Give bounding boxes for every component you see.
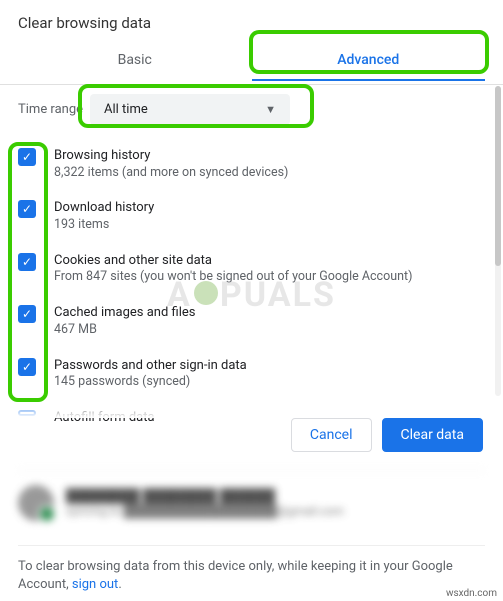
item-subtitle: 145 passwords (synced) <box>54 374 247 391</box>
footer-text-b: . <box>118 577 121 592</box>
checkbox-cookies[interactable]: ✓ <box>18 253 36 271</box>
list-item: ✓ Browsing history 8,322 items (and more… <box>18 147 485 181</box>
account-email: syncing to ██████████████████@gmail.com <box>66 504 344 518</box>
list-item-text: Browsing history 8,322 items (and more o… <box>54 147 288 181</box>
list-item-text: Cached images and files 467 MB <box>54 304 195 338</box>
dialog-tabs: Basic Advanced <box>18 42 485 80</box>
list-item: ✓ Cookies and other site data From 847 s… <box>18 252 485 286</box>
list-item: ✓ Cached images and files 467 MB <box>18 304 485 338</box>
time-range-row: Time range All time ▼ <box>18 94 485 125</box>
item-title: Passwords and other sign-in data <box>54 357 247 375</box>
item-title: Cached images and files <box>54 304 195 322</box>
list-item-text: Download history 193 items <box>54 199 154 233</box>
scrollbar[interactable] <box>495 86 501 396</box>
dialog-body: Time range All time ▼ ✓ Browsing history… <box>0 80 503 427</box>
item-title: Download history <box>54 199 154 217</box>
scrollbar-thumb[interactable] <box>495 86 501 266</box>
checkbox-passwords[interactable]: ✓ <box>18 358 36 376</box>
list-item: ✓ Download history 193 items <box>18 199 485 233</box>
time-range-label: Time range <box>18 102 90 117</box>
account-row: ████████ ████████ ██████ syncing to ████… <box>18 470 485 521</box>
dialog-header: Clear browsing data Basic Advanced <box>0 0 503 85</box>
data-type-list: ✓ Browsing history 8,322 items (and more… <box>18 147 485 427</box>
account-text: ████████ ████████ ██████ syncing to ████… <box>66 488 344 518</box>
tab-basic[interactable]: Basic <box>18 42 252 80</box>
footer-note: To clear browsing data from this device … <box>18 545 485 594</box>
list-item: ✓ Passwords and other sign-in data 145 p… <box>18 357 485 391</box>
cancel-button[interactable]: Cancel <box>291 418 372 452</box>
sign-out-link[interactable]: sign out <box>72 577 118 592</box>
avatar <box>18 485 54 521</box>
item-subtitle: 193 items <box>54 217 154 234</box>
time-range-value: All time <box>104 102 148 117</box>
dialog-button-row: Cancel Clear data <box>291 418 483 452</box>
dialog-title: Clear browsing data <box>18 14 485 32</box>
account-name: ████████ ████████ ██████ <box>66 488 344 504</box>
list-fade <box>0 398 503 418</box>
item-subtitle: 8,322 items (and more on synced devices) <box>54 165 288 182</box>
attribution: wsxdn.com <box>446 588 497 599</box>
checkbox-cached-images[interactable]: ✓ <box>18 305 36 323</box>
item-title: Cookies and other site data <box>54 252 412 270</box>
list-item-text: Cookies and other site data From 847 sit… <box>54 252 412 286</box>
tab-advanced[interactable]: Advanced <box>252 42 486 80</box>
chevron-down-icon: ▼ <box>265 103 276 116</box>
time-range-select[interactable]: All time ▼ <box>90 94 290 125</box>
clear-data-button[interactable]: Clear data <box>382 418 483 452</box>
checkbox-download-history[interactable]: ✓ <box>18 200 36 218</box>
item-subtitle: 467 MB <box>54 322 195 339</box>
item-title: Browsing history <box>54 147 288 165</box>
item-subtitle: From 847 sites (you won't be signed out … <box>54 269 412 286</box>
list-item-text: Passwords and other sign-in data 145 pas… <box>54 357 247 391</box>
checkbox-browsing-history[interactable]: ✓ <box>18 148 36 166</box>
